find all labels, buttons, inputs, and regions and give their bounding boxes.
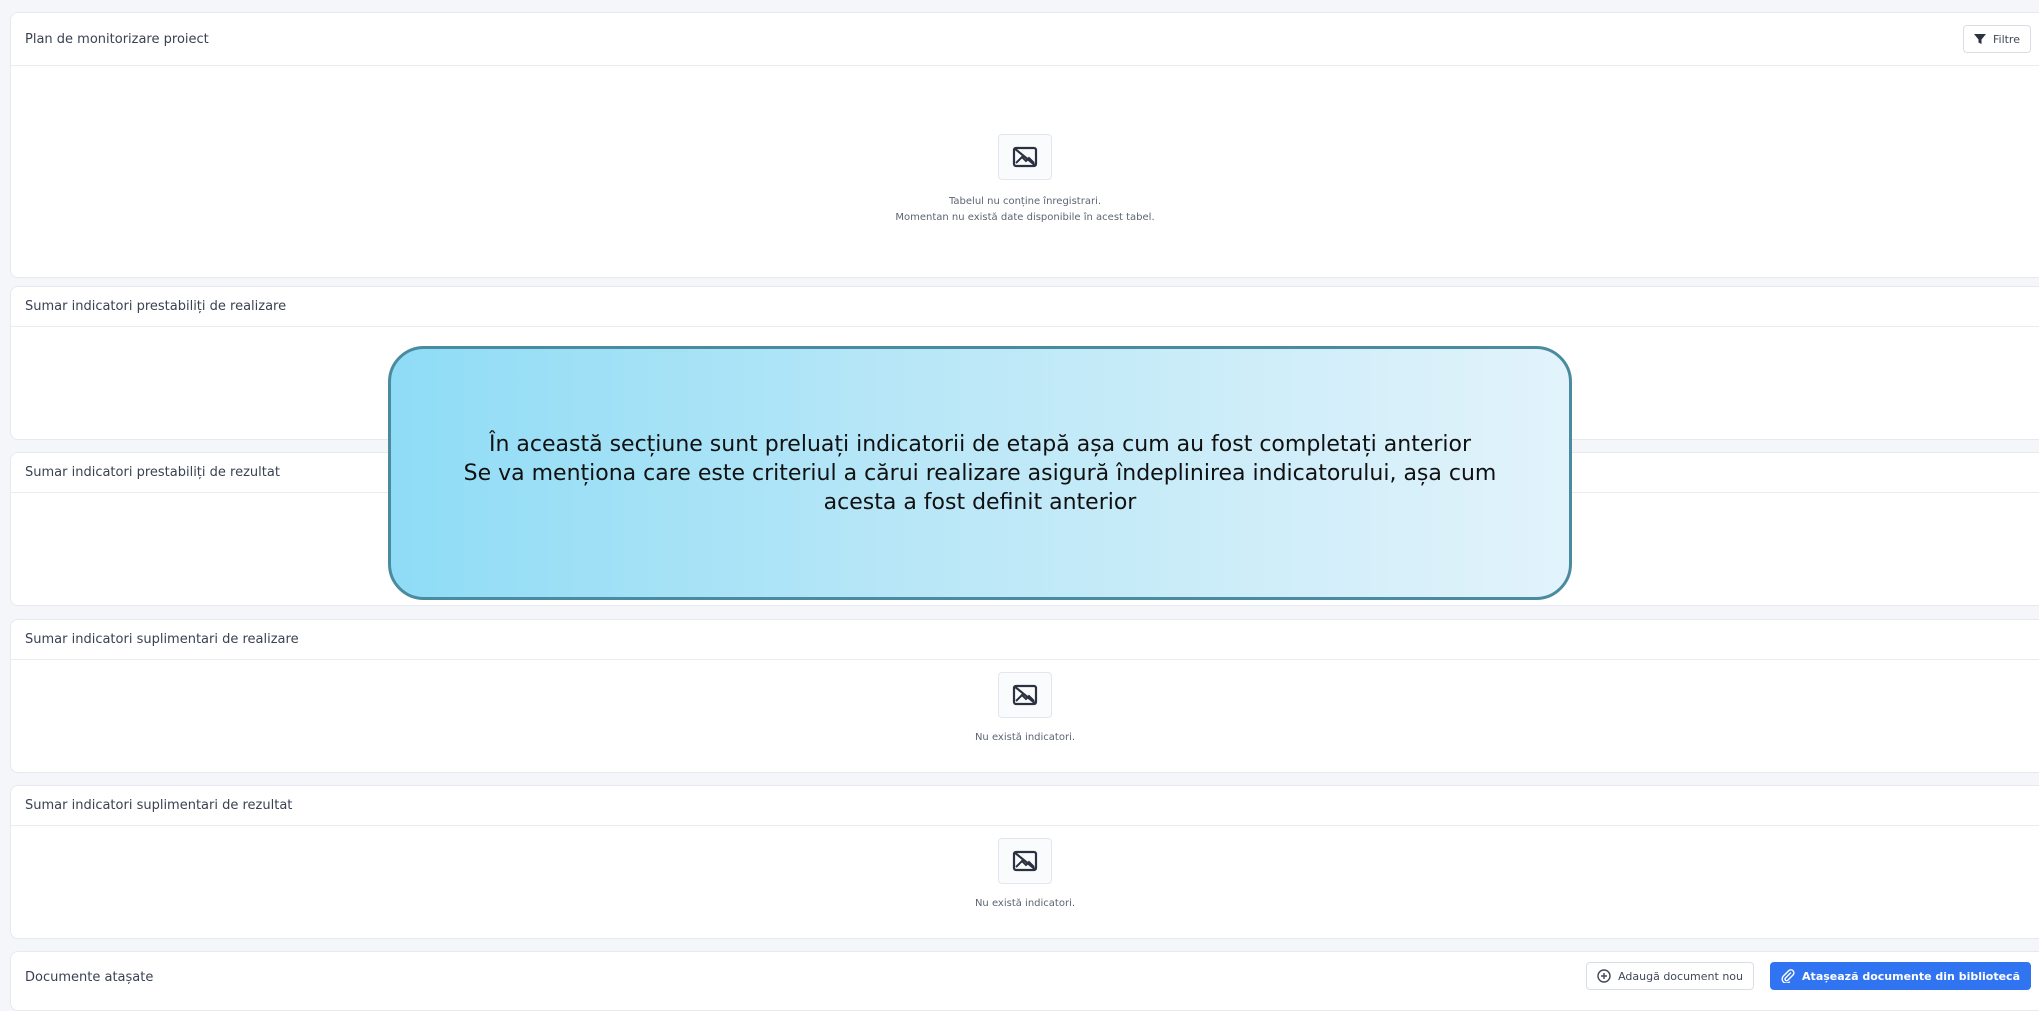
monitoring-plan-title: Plan de monitorizare proiect	[25, 31, 209, 47]
no-image-icon	[998, 134, 1052, 180]
attach-from-library-button[interactable]: Atașează documente din bibliotecă	[1770, 962, 2031, 990]
callout-text: În această secțiune sunt preluați indica…	[431, 430, 1529, 517]
empty-message: Nu există indicatori.	[974, 732, 1076, 743]
predefined-achievement-header: Sumar indicatori prestabiliți de realiza…	[11, 287, 2039, 327]
supplementary-result-body: Nu există indicatori.	[11, 826, 2039, 939]
add-document-label: Adaugă document nou	[1618, 969, 1743, 983]
monitoring-plan-body: Tabelul nu conține înregistrari. Momenta…	[11, 66, 2039, 278]
filter-label: Filtre	[1992, 32, 2020, 46]
supplementary-achievement-card: Sumar indicatori suplimentari de realiza…	[10, 619, 2039, 773]
monitoring-plan-header: Plan de monitorizare proiect Filtre	[11, 13, 2039, 66]
empty-message: Nu există indicatori.	[974, 898, 1076, 909]
supplementary-result-title: Sumar indicatori suplimentari de rezulta…	[25, 798, 293, 813]
empty-state: Nu există indicatori.	[11, 838, 2039, 912]
empty-subtitle: Momentan nu există date disponibile în a…	[895, 212, 1155, 223]
attached-documents-card: Documente atașate Adaugă document nou At…	[10, 951, 2039, 1011]
attach-from-library-label: Atașează documente din bibliotecă	[1802, 969, 2020, 983]
empty-title: Tabelul nu conține înregistrari.	[948, 196, 1102, 207]
supplementary-result-header: Sumar indicatori suplimentari de rezulta…	[11, 786, 2039, 826]
empty-state: Tabelul nu conține înregistrari. Momenta…	[11, 134, 2039, 226]
attached-documents-header: Documente atașate Adaugă document nou At…	[11, 952, 2039, 1002]
no-image-icon	[998, 838, 1052, 884]
predefined-result-title: Sumar indicatori prestabiliți de rezulta…	[25, 465, 280, 480]
supplementary-achievement-header: Sumar indicatori suplimentari de realiza…	[11, 620, 2039, 660]
callout-line-1: În această secțiune sunt preluați indica…	[488, 431, 1472, 457]
add-document-button[interactable]: Adaugă document nou	[1586, 962, 1754, 990]
supplementary-result-card: Sumar indicatori suplimentari de rezulta…	[10, 785, 2039, 939]
paperclip-icon	[1781, 969, 1795, 983]
tutorial-callout: În această secțiune sunt preluați indica…	[388, 346, 1572, 600]
filter-button[interactable]: Filtre	[1962, 25, 2031, 53]
no-image-icon	[998, 672, 1052, 718]
predefined-achievement-title: Sumar indicatori prestabiliți de realiza…	[25, 299, 287, 314]
supplementary-achievement-title: Sumar indicatori suplimentari de realiza…	[25, 632, 299, 647]
attached-documents-title: Documente atașate	[25, 969, 154, 985]
empty-state: Nu există indicatori.	[11, 672, 2039, 746]
supplementary-achievement-body: Nu există indicatori.	[11, 660, 2039, 773]
plus-circle-icon	[1597, 969, 1611, 983]
monitoring-plan-card: Plan de monitorizare proiect Filtre Tabe…	[10, 12, 2039, 278]
filter-icon	[1973, 34, 1986, 44]
callout-line-2: Se va menționa care este criteriul a căr…	[463, 460, 1497, 515]
